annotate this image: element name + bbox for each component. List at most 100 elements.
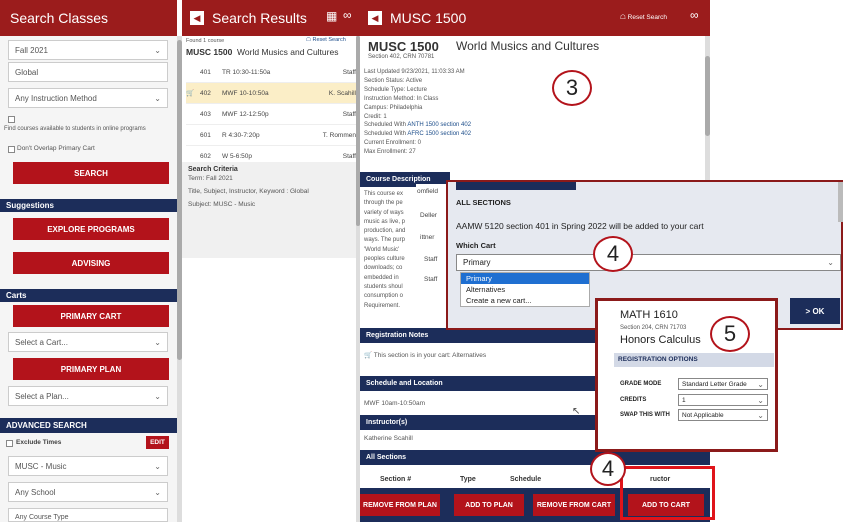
- subject-select[interactable]: MUSC - Music ⌄: [8, 456, 168, 476]
- registration-notes: 🛒 This section is in your cart: Alternat…: [364, 351, 486, 359]
- chevron-left-icon[interactable]: ◀: [368, 11, 382, 25]
- course-type-select[interactable]: Any Course Type: [8, 508, 168, 522]
- section-time: TR 10:30-11:50a: [222, 68, 271, 76]
- dialog-message: AAMW 5120 section 401 in Spring 2022 wil…: [456, 221, 704, 231]
- school-value: Any School: [15, 487, 56, 497]
- link-icon[interactable]: ∞: [690, 8, 699, 22]
- cart-option-alternatives[interactable]: Alternatives: [461, 284, 589, 295]
- detail-reset-label: Reset Search: [627, 14, 668, 21]
- detail-reset-link[interactable]: ☖ Reset Search: [620, 13, 667, 21]
- reset-search-label: Reset Search: [312, 37, 346, 43]
- primary-plan-button[interactable]: PRIMARY PLAN: [13, 358, 169, 380]
- home-icon: ☖: [620, 14, 628, 21]
- online-checkbox[interactable]: [8, 116, 15, 123]
- add-to-plan-button[interactable]: ADD TO PLAN: [454, 494, 524, 516]
- dialog-top-bar: [456, 182, 576, 190]
- desc-line: 'World Music': [364, 246, 400, 253]
- which-cart-select[interactable]: Primary ⌄: [456, 254, 841, 271]
- dialog-scrollbar[interactable]: [838, 182, 843, 222]
- search-criteria-header: Search Criteria: [188, 166, 238, 173]
- info-status: Section Status: Active: [364, 77, 423, 84]
- search-button[interactable]: SEARCH: [13, 162, 169, 184]
- section-row-selected[interactable]: 🛒 402 MWF 10-10:50a K. Scahill: [186, 83, 356, 104]
- info-max-enrollment: Max Enrollment: 27: [364, 149, 416, 156]
- section-list: 401 TR 10:30-11:50a Staff 🛒 402 MWF 10-10:50…: [186, 62, 356, 167]
- annotation-4-cart: 4: [593, 236, 633, 272]
- link-icon[interactable]: ∞: [343, 8, 352, 22]
- reset-search-link[interactable]: ☖ Reset Search: [306, 37, 346, 43]
- primary-cart-button[interactable]: PRIMARY CART: [13, 305, 169, 327]
- desc-line: production, and: [364, 228, 406, 235]
- school-select[interactable]: Any School ⌄: [8, 482, 168, 502]
- credits-select[interactable]: 1 ⌄: [678, 394, 768, 406]
- math-course-name: Honors Calculus: [620, 334, 701, 346]
- section-row[interactable]: 401 TR 10:30-11:50a Staff: [186, 62, 356, 83]
- method-select[interactable]: Any Instruction Method ⌄: [8, 88, 168, 108]
- ok-button[interactable]: > OK: [790, 298, 840, 324]
- info-schedule-type: Schedule Type: Lecture: [364, 86, 427, 93]
- section-num: 402: [200, 89, 211, 97]
- col-section: Section #: [380, 476, 412, 483]
- exclude-times-checkbox[interactable]: [6, 440, 13, 447]
- remove-from-plan-button[interactable]: REMOVE FROM PLAN: [360, 494, 440, 516]
- swap-label: SWAP THIS WITH: [620, 412, 670, 418]
- result-course-code: MUSC 1500: [186, 47, 233, 57]
- chevron-down-icon: ⌄: [154, 45, 161, 55]
- scheduled-prefix: Scheduled With: [364, 122, 408, 129]
- math-section: Section 204, CRN 71703: [620, 325, 687, 331]
- select-plan-dropdown[interactable]: Select a Plan... ⌄: [8, 386, 168, 406]
- math-dialog: MATH 1610 Section 204, CRN 71703 Honors …: [595, 298, 778, 452]
- grade-mode-select[interactable]: Standard Letter Grade ⌄: [678, 378, 768, 390]
- col-schedule: Schedule: [510, 476, 542, 483]
- notes-text: This section is in your cart: Alternativ…: [373, 352, 487, 359]
- desc-line: peoples culture: [364, 256, 405, 263]
- desc-line: Requirement.: [364, 302, 401, 309]
- chevron-left-icon[interactable]: ◀: [190, 11, 204, 25]
- info-enrollment: Current Enrollment: 0: [364, 140, 422, 147]
- anth-section-link[interactable]: ANTH 1500 section 402: [407, 122, 471, 128]
- chevron-down-icon: ⌄: [154, 93, 161, 103]
- section-instructor: Staff: [342, 68, 356, 76]
- cart-option-new[interactable]: Create a new cart...: [461, 295, 589, 306]
- section-time: MWF 10-10:50a: [222, 89, 269, 97]
- desc-line: music as live, p: [364, 218, 406, 225]
- section-row[interactable]: 601 R 4:30-7:20p T. Rommen: [186, 125, 356, 146]
- campus-input[interactable]: Global: [8, 62, 168, 82]
- term-select[interactable]: Fall 2021 ⌄: [8, 40, 168, 60]
- search-classes-header: Search Classes: [0, 0, 177, 36]
- desc-line: through the pe: [364, 200, 403, 207]
- registration-options-header: REGISTRATION OPTIONS: [614, 353, 774, 367]
- section-time: R 4:30-7:20p: [222, 131, 260, 139]
- criteria-keyword: Title, Subject, Instructor, Keyword : Gl…: [188, 188, 309, 195]
- cart-option-primary[interactable]: Primary: [461, 273, 589, 284]
- edit-button[interactable]: EDIT: [146, 436, 169, 449]
- detail-course-name: World Musics and Cultures: [456, 39, 600, 53]
- section-num: 403: [200, 110, 211, 118]
- credits-value: 1: [682, 396, 686, 404]
- calendar-icon[interactable]: ▦: [326, 9, 337, 23]
- search-criteria: Search Criteria Term: Fall 2021 Title, S…: [182, 162, 360, 258]
- side-name: omfield: [417, 188, 438, 195]
- info-campus: Campus: Philadelphia: [364, 104, 423, 111]
- afrc-section-link[interactable]: AFRC 1500 section 402: [407, 131, 471, 137]
- advising-button[interactable]: ADVISING: [13, 252, 169, 274]
- no-overlap-checkbox[interactable]: [8, 146, 15, 153]
- desc-line: embedded in: [364, 274, 399, 281]
- chevron-down-icon: ⌄: [757, 379, 764, 389]
- info-method: Instruction Method: In Class: [364, 95, 439, 102]
- explore-programs-button[interactable]: EXPLORE PROGRAMS: [13, 218, 169, 240]
- suggestions-header: Suggestions: [0, 199, 177, 212]
- result-course-row[interactable]: MUSC 1500 World Musics and Cultures: [186, 47, 356, 57]
- select-cart-dropdown[interactable]: Select a Cart... ⌄: [8, 332, 168, 352]
- section-row[interactable]: 403 MWF 12-12:50p Staff: [186, 104, 356, 125]
- term-value: Fall 2021: [15, 45, 48, 55]
- select-cart-value: Select a Cart...: [15, 337, 68, 347]
- detail-title: MUSC 1500: [390, 10, 467, 26]
- remove-from-cart-button[interactable]: REMOVE FROM CART: [533, 494, 615, 516]
- detail-course-code: MUSC 1500: [368, 39, 439, 54]
- swap-select[interactable]: Not Applicable ⌄: [678, 409, 768, 421]
- search-results-header: ◀ Search Results ▦ ∞: [182, 0, 360, 36]
- section-instructor: Staff: [342, 110, 356, 118]
- exclude-times-label: Exclude Times: [16, 439, 62, 446]
- chevron-down-icon: ⌄: [757, 410, 764, 420]
